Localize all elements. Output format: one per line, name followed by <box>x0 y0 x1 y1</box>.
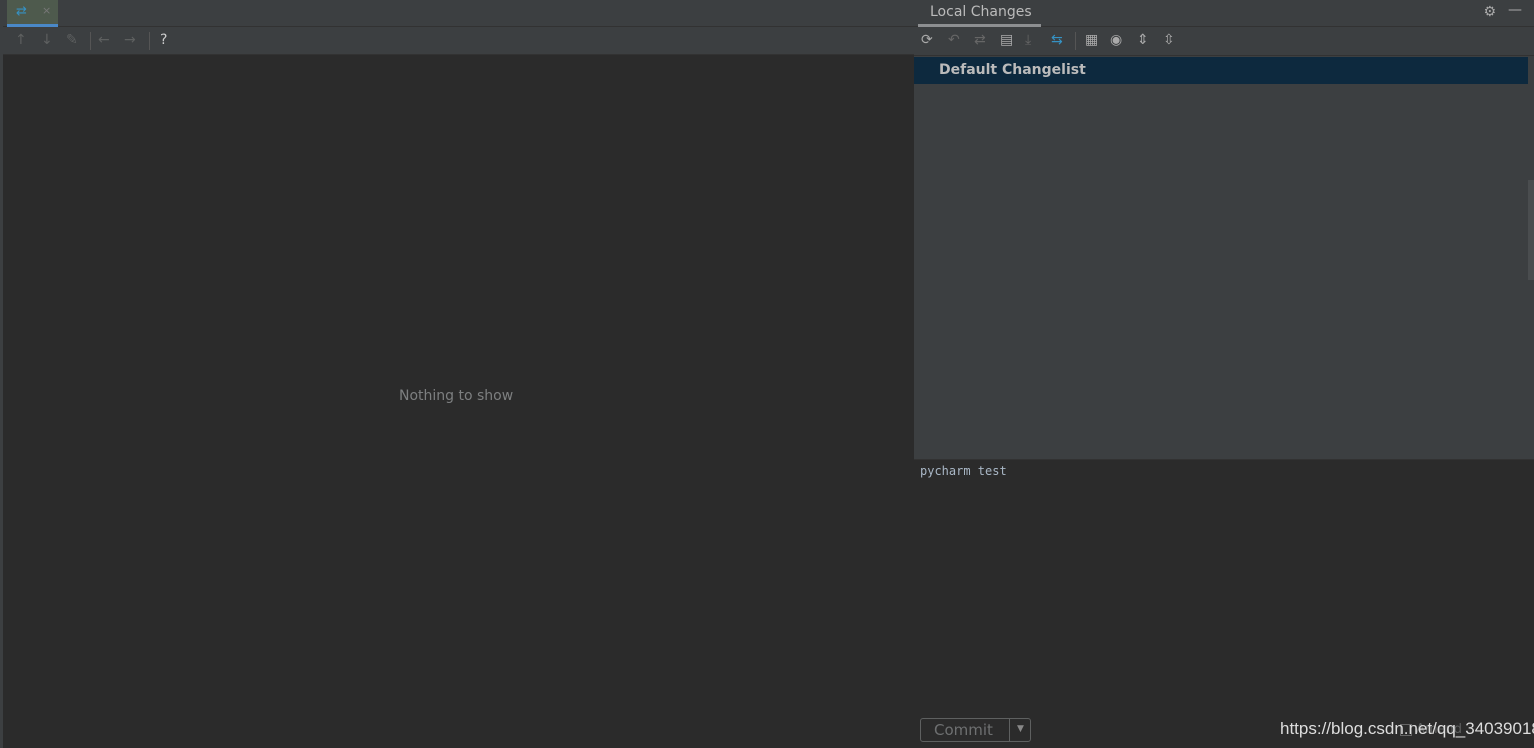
changelist-item[interactable]: Default Changelist <box>914 57 1528 84</box>
diff-panel: ⇄ × ↑ ↓ ✎ ← → ? Nothing to show <box>0 0 916 748</box>
tab-compare[interactable]: ⇄ × <box>7 0 58 27</box>
left-toolbar: ↑ ↓ ✎ ← → ? <box>3 27 916 55</box>
close-icon[interactable]: × <box>42 4 51 17</box>
watermark: https://blog.csdn.net/qq_34039018 <box>1280 719 1534 738</box>
down-arrow-icon[interactable]: ↓ <box>41 32 53 48</box>
divider <box>1075 32 1076 50</box>
collapse-all-icon[interactable]: ⇳ <box>1163 32 1175 48</box>
local-changes-panel: Local Changes ⚙ — ⟳ ↶ ⇄ ▤ ⤓ ⇆ ▦ ◉ ⇕ ⇳ De… <box>914 0 1534 748</box>
changes-toolbar: ⟳ ↶ ⇄ ▤ ⤓ ⇆ ▦ ◉ ⇕ ⇳ <box>914 27 1534 56</box>
up-arrow-icon[interactable]: ↑ <box>15 32 27 48</box>
group-by-icon[interactable]: ▦ <box>1085 32 1098 48</box>
scrollbar[interactable] <box>1528 180 1534 280</box>
back-arrow-icon[interactable]: ← <box>98 32 110 48</box>
edit-icon[interactable]: ✎ <box>66 32 78 48</box>
help-icon[interactable]: ? <box>160 32 167 48</box>
expand-all-icon[interactable]: ⇕ <box>1137 32 1149 48</box>
view-options-icon[interactable]: ◉ <box>1110 32 1122 48</box>
commit-button[interactable]: Commit ▼ <box>920 718 1031 742</box>
rollback-icon[interactable]: ↶ <box>948 32 960 48</box>
divider <box>90 32 91 50</box>
tab-bar: Local Changes ⚙ — <box>914 0 1534 27</box>
divider <box>149 32 150 50</box>
tab-local-changes[interactable]: Local Changes <box>918 4 1041 27</box>
shelve-icon[interactable]: ⤓ <box>1025 32 1031 48</box>
refresh-icon[interactable]: ⟳ <box>921 32 933 48</box>
chevron-down-icon[interactable]: ▼ <box>1009 719 1031 741</box>
group-compare-icon[interactable]: ⇆ <box>1051 32 1063 48</box>
forward-arrow-icon[interactable]: → <box>124 32 136 48</box>
minimize-icon[interactable]: — <box>1508 2 1522 18</box>
empty-state-text: Nothing to show <box>399 388 514 404</box>
vcs-compare-lock-icon: ⇄ <box>16 4 27 19</box>
commit-message-input[interactable]: pycharm test <box>920 464 1007 478</box>
changelist-icon[interactable]: ▤ <box>1000 32 1013 48</box>
gear-icon[interactable]: ⚙ <box>1483 4 1496 20</box>
commit-label: Commit <box>934 721 993 739</box>
tab-bar: ⇄ × <box>3 0 916 27</box>
diff-icon[interactable]: ⇄ <box>974 32 986 48</box>
commit-message-area[interactable]: pycharm test Commit ▼ Amend <box>914 459 1534 748</box>
